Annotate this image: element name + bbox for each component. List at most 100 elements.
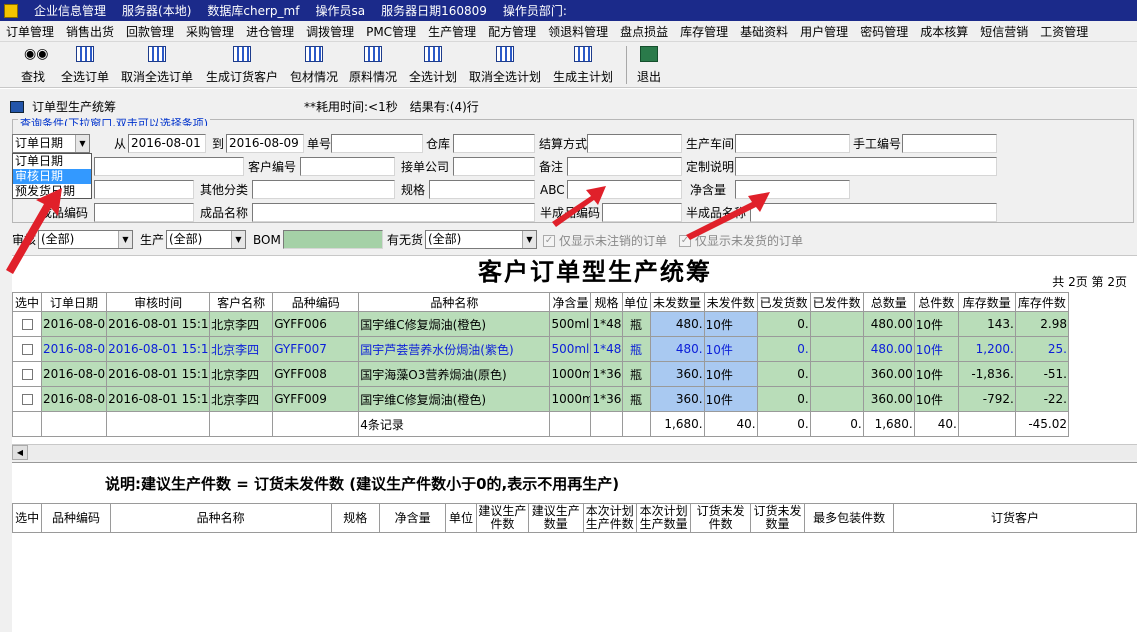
deselect-all-orders-button[interactable]: 取消全选订单 [121,46,193,85]
to-date-input[interactable]: 2016-08-09 [226,134,304,153]
menu-item[interactable]: 生产管理 [422,23,482,40]
chevron-down-icon[interactable]: ▼ [118,231,132,248]
menu-item[interactable]: 采购管理 [180,23,240,40]
menu-item[interactable]: 盘点损益 [614,23,674,40]
chevron-down-icon[interactable]: ▼ [231,231,245,248]
spec-input[interactable] [429,180,535,199]
warehouse-input[interactable] [453,134,535,153]
menu-item[interactable]: 成本核算 [914,23,974,40]
customer-code-input[interactable] [300,157,395,176]
row-checkbox[interactable] [21,344,33,355]
column-header[interactable]: 总数量 [862,292,915,312]
column-header[interactable]: 订货客户 [892,503,1137,533]
audit-select[interactable]: (全部) ▼ [38,230,133,249]
settlement-input[interactable] [587,134,682,153]
menu-item[interactable]: 基础资料 [734,23,794,40]
column-header[interactable]: 本次计划生产件数 [582,503,637,533]
column-header[interactable]: 未发数量 [649,292,705,312]
row-select-cell[interactable] [11,336,43,362]
date-type-select[interactable]: 订单日期 ▼ [12,134,90,153]
column-header[interactable]: 选中 [11,292,43,312]
receiver-company-input[interactable] [453,157,535,176]
net-content-input[interactable] [735,180,850,199]
product-code-input[interactable] [94,203,194,222]
table-row[interactable]: 2016-08-01 2016-08-01 15:19 北京李四 GYFF008… [11,361,1070,387]
column-header[interactable]: 订单日期 [41,292,108,312]
product-name-input[interactable] [252,203,535,222]
column-header[interactable]: 建议生产件数 [475,503,530,533]
column-header[interactable]: 订货未发数量 [749,503,806,533]
column-header[interactable]: 最多包装件数 [804,503,894,533]
menu-item[interactable]: 密码管理 [854,23,914,40]
menu-item[interactable]: 进仓管理 [240,23,300,40]
column-header[interactable]: 建议生产数量 [528,503,584,533]
column-header[interactable]: 已发件数 [809,292,864,312]
deselect-all-plans-button[interactable]: 取消全选计划 [469,46,541,85]
chevron-down-icon[interactable]: ▼ [75,135,89,152]
column-header[interactable]: 已发货数 [756,292,811,312]
order-no-input[interactable] [331,134,423,153]
semi-name-input[interactable] [750,203,997,222]
column-header[interactable]: 订货未发件数 [690,503,751,533]
generate-order-customers-button[interactable]: 生成订货客户 [206,46,278,85]
date-row2-input[interactable] [94,157,244,176]
table-row[interactable]: 2016-08-01 2016-08-01 15:19 北京李四 GYFF009… [11,386,1070,412]
menu-item[interactable]: 配方管理 [482,23,542,40]
row3-input[interactable] [94,180,194,199]
date-type-option-highlighted[interactable]: 审核日期 [13,169,91,184]
produce-select[interactable]: (全部) ▼ [166,230,246,249]
menu-item[interactable]: PMC管理 [360,23,422,40]
unshipped-only-checkbox[interactable]: ✓ 仅显示未发货的订单 [679,232,803,249]
row-select-cell[interactable] [11,386,43,412]
bom-input[interactable] [283,230,383,249]
exit-button[interactable]: 退出 [637,46,661,85]
table-row[interactable]: 2016-08-01 2016-08-01 15:19 北京李四 GYFF006… [11,311,1070,337]
generate-master-plan-button[interactable]: 生成主计划 [553,46,613,85]
row-select-cell[interactable] [11,361,43,387]
manual-no-input[interactable] [902,134,997,153]
packaging-status-button[interactable]: 包材情况 [290,46,338,85]
column-header[interactable]: 净含量 [549,292,592,312]
row-checkbox[interactable] [21,319,33,330]
table-row-selected[interactable]: 2016-08-01 2016-08-01 15:19 北京李四 GYFF007… [11,336,1070,362]
chevron-down-icon[interactable]: ▼ [522,231,536,248]
from-date-input[interactable]: 2016-08-01 [128,134,206,153]
menu-item[interactable]: 用户管理 [794,23,854,40]
semi-code-input[interactable] [602,203,682,222]
menu-item[interactable]: 库存管理 [674,23,734,40]
column-header[interactable]: 单位 [445,503,477,533]
workshop-input[interactable] [735,134,850,153]
custom-desc-input[interactable] [735,157,997,176]
column-header[interactable]: 总件数 [913,292,959,312]
column-header[interactable]: 客户名称 [209,292,274,312]
column-header[interactable]: 品种编码 [272,292,360,312]
select-all-orders-button[interactable]: 全选订单 [61,46,109,85]
other-category-input[interactable] [252,180,395,199]
abc-input[interactable] [567,180,682,199]
material-status-button[interactable]: 原料情况 [349,46,397,85]
remark-input[interactable] [567,157,682,176]
column-header[interactable]: 单位 [621,292,651,312]
stock-select[interactable]: (全部) ▼ [425,230,537,249]
menu-item[interactable]: 工资管理 [1034,23,1094,40]
column-header[interactable]: 规格 [590,292,623,312]
menu-item[interactable]: 回款管理 [120,23,180,40]
menu-item[interactable]: 调拨管理 [300,23,360,40]
uncancelled-only-checkbox[interactable]: ✓ 仅显示未注销的订单 [543,232,667,249]
column-header[interactable]: 品种名称 [358,292,551,312]
column-header[interactable]: 品种名称 [109,503,332,533]
menu-item[interactable]: 订单管理 [0,23,60,40]
menu-item[interactable]: 短信营销 [974,23,1034,40]
column-header[interactable]: 净含量 [378,503,447,533]
column-header[interactable]: 选中 [11,503,43,533]
column-header[interactable]: 库存数量 [957,292,1016,312]
row-checkbox[interactable] [21,394,33,405]
select-all-plans-button[interactable]: 全选计划 [409,46,457,85]
column-header[interactable]: 本次计划生产数量 [635,503,692,533]
row-select-cell[interactable] [11,311,43,337]
date-type-option[interactable]: 订单日期 [13,154,91,169]
column-header[interactable]: 审核时间 [106,292,211,312]
scroll-left-icon[interactable]: ◀ [12,445,28,460]
horizontal-scrollbar[interactable]: ◀ [12,444,1137,460]
column-header[interactable]: 未发件数 [703,292,758,312]
